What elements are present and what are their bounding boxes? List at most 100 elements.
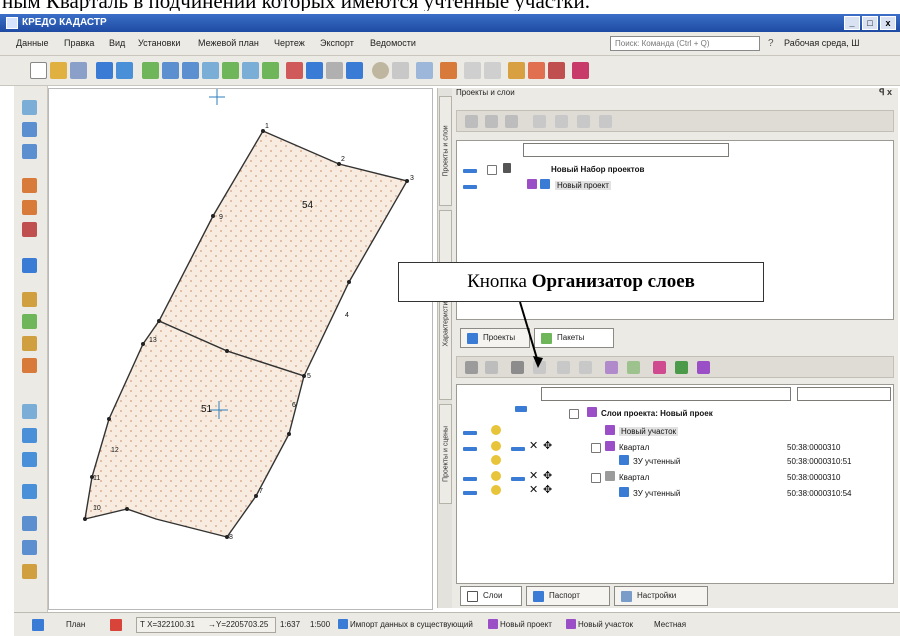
add-project-icon[interactable] xyxy=(465,115,478,128)
open-folder-icon[interactable] xyxy=(50,62,67,79)
sheet-icon[interactable] xyxy=(346,62,363,79)
list-view-icon[interactable] xyxy=(22,452,37,467)
menu-survey-plan[interactable]: Межевой план xyxy=(198,38,259,48)
status-local[interactable]: Местная xyxy=(654,620,686,629)
scale-b[interactable]: 1:500 xyxy=(310,620,330,629)
table-tool-icon[interactable] xyxy=(22,314,37,329)
polygon-tool-icon[interactable] xyxy=(548,62,565,79)
layer-name[interactable]: ЗУ учтенный xyxy=(633,489,680,498)
cut-tool-icon[interactable] xyxy=(22,222,37,237)
zoom-in-icon[interactable] xyxy=(162,62,179,79)
layer-organizer-icon[interactable] xyxy=(511,361,524,374)
tab-projects[interactable]: Проекты xyxy=(460,328,530,348)
vtab-properties[interactable]: Характеристики свойства xyxy=(439,210,452,400)
redo-icon[interactable] xyxy=(484,62,501,79)
zoom-out-icon[interactable] xyxy=(182,62,199,79)
filter-icon[interactable] xyxy=(505,115,518,128)
bulb-icon[interactable] xyxy=(491,441,501,451)
bulb-icon[interactable] xyxy=(491,485,501,495)
tab-packages[interactable]: Пакеты xyxy=(534,328,614,348)
import-icon[interactable] xyxy=(306,62,323,79)
snap-icon[interactable]: ✥ xyxy=(543,469,552,482)
tab-layers[interactable]: Слои xyxy=(460,586,522,606)
arrow-tool-icon[interactable] xyxy=(22,100,37,115)
snap-icon[interactable]: ✥ xyxy=(543,439,552,452)
command-search-input[interactable]: Поиск: Команда (Ctrl + Q) xyxy=(610,36,760,51)
layers-root-name[interactable]: Слои проекта: Новый проек xyxy=(601,409,713,418)
bulb-icon[interactable] xyxy=(491,425,501,435)
grid-view-icon[interactable] xyxy=(22,428,37,443)
search-icon[interactable] xyxy=(22,144,37,159)
print-icon[interactable] xyxy=(326,62,343,79)
layer-props-icon[interactable] xyxy=(579,361,592,374)
close-plan-icon[interactable] xyxy=(110,619,122,631)
layer-paste-icon[interactable] xyxy=(557,361,570,374)
undo-icon[interactable] xyxy=(464,62,481,79)
menu-drawing[interactable]: Чертеж xyxy=(274,38,305,48)
layer-name[interactable]: Новый участок xyxy=(619,427,679,436)
menu-statements[interactable]: Ведомости xyxy=(370,38,416,48)
zoom-next-icon[interactable] xyxy=(262,62,279,79)
layer-up-icon[interactable] xyxy=(485,361,498,374)
panel-close-button[interactable]: ꟼ x xyxy=(879,87,892,98)
move-point-icon[interactable] xyxy=(22,516,37,531)
properties-icon[interactable] xyxy=(599,115,612,128)
project-set-name[interactable]: Новый Набор проектов xyxy=(551,165,644,174)
snap-icon[interactable]: ✥ xyxy=(543,483,552,496)
maximize-button[interactable]: □ xyxy=(862,16,878,30)
select-area-icon[interactable] xyxy=(22,122,37,137)
layer-name[interactable]: Квартал xyxy=(619,473,649,482)
project-filter-input[interactable] xyxy=(523,143,729,157)
vtab-scenes[interactable]: Проекты и сцены xyxy=(439,404,452,504)
lock-icon[interactable]: ✕ xyxy=(529,469,538,482)
layer-map-icon[interactable] xyxy=(675,361,688,374)
lock-icon[interactable]: ✕ xyxy=(529,483,538,496)
status-mode[interactable]: План xyxy=(66,620,85,629)
workspace-selector[interactable]: Рабочая среда, Ш xyxy=(784,38,860,48)
attach-tool-icon[interactable] xyxy=(22,336,37,351)
layer-copy-icon[interactable] xyxy=(533,361,546,374)
layers-icon[interactable] xyxy=(96,62,113,79)
new-document-icon[interactable] xyxy=(30,62,47,79)
close-project-icon[interactable] xyxy=(555,115,568,128)
vtab-projects-layers[interactable]: Проекты и слои xyxy=(439,96,452,206)
status-import[interactable]: Импорт данных в существующий xyxy=(350,620,473,629)
copy-project-icon[interactable] xyxy=(577,115,590,128)
map-canvas[interactable]: 54 51 1 2 3 4 5 6 7 8 9 10 11 12 13 xyxy=(48,88,433,610)
split-tool-icon[interactable] xyxy=(22,200,37,215)
edit-layer-icon[interactable] xyxy=(605,361,618,374)
zoom-window-icon[interactable] xyxy=(202,62,219,79)
project-name[interactable]: Новый проект xyxy=(555,181,611,190)
window-icon[interactable] xyxy=(116,62,133,79)
select-icon[interactable] xyxy=(416,62,433,79)
layer-name[interactable]: Квартал xyxy=(619,443,649,452)
edit-pencil-icon[interactable] xyxy=(440,62,457,79)
color-picker-icon[interactable] xyxy=(653,361,666,374)
table-view-icon[interactable] xyxy=(22,484,37,499)
delete-icon[interactable] xyxy=(392,62,409,79)
layers-list-icon[interactable] xyxy=(465,361,478,374)
layer-code-filter-input[interactable] xyxy=(797,387,891,401)
menu-view[interactable]: Вид xyxy=(109,38,125,48)
close-button[interactable]: x xyxy=(880,16,896,30)
status-parcel[interactable]: Новый участок xyxy=(578,620,633,629)
point-tool-icon[interactable] xyxy=(508,62,525,79)
menu-export[interactable]: Экспорт xyxy=(320,38,354,48)
node-tool-icon[interactable] xyxy=(22,178,37,193)
bulb-icon[interactable] xyxy=(491,455,501,465)
expand-icon[interactable] xyxy=(487,165,497,175)
layer-name[interactable]: ЗУ учтенный xyxy=(633,457,680,466)
merge-tool-icon[interactable] xyxy=(22,358,37,373)
menu-edit[interactable]: Правка xyxy=(64,38,94,48)
settings-gear-icon[interactable] xyxy=(372,62,389,79)
status-project[interactable]: Новый проект xyxy=(500,620,552,629)
tab-settings[interactable]: Настройки xyxy=(614,586,708,606)
menu-settings[interactable]: Установки xyxy=(138,38,180,48)
open-project-icon[interactable] xyxy=(533,115,546,128)
line-tool-icon[interactable] xyxy=(528,62,545,79)
expand-icon[interactable] xyxy=(591,473,601,483)
zoom-prev-icon[interactable] xyxy=(242,62,259,79)
offset-icon[interactable] xyxy=(22,564,37,579)
layer-style-icon[interactable] xyxy=(697,361,710,374)
align-icon[interactable] xyxy=(22,540,37,555)
